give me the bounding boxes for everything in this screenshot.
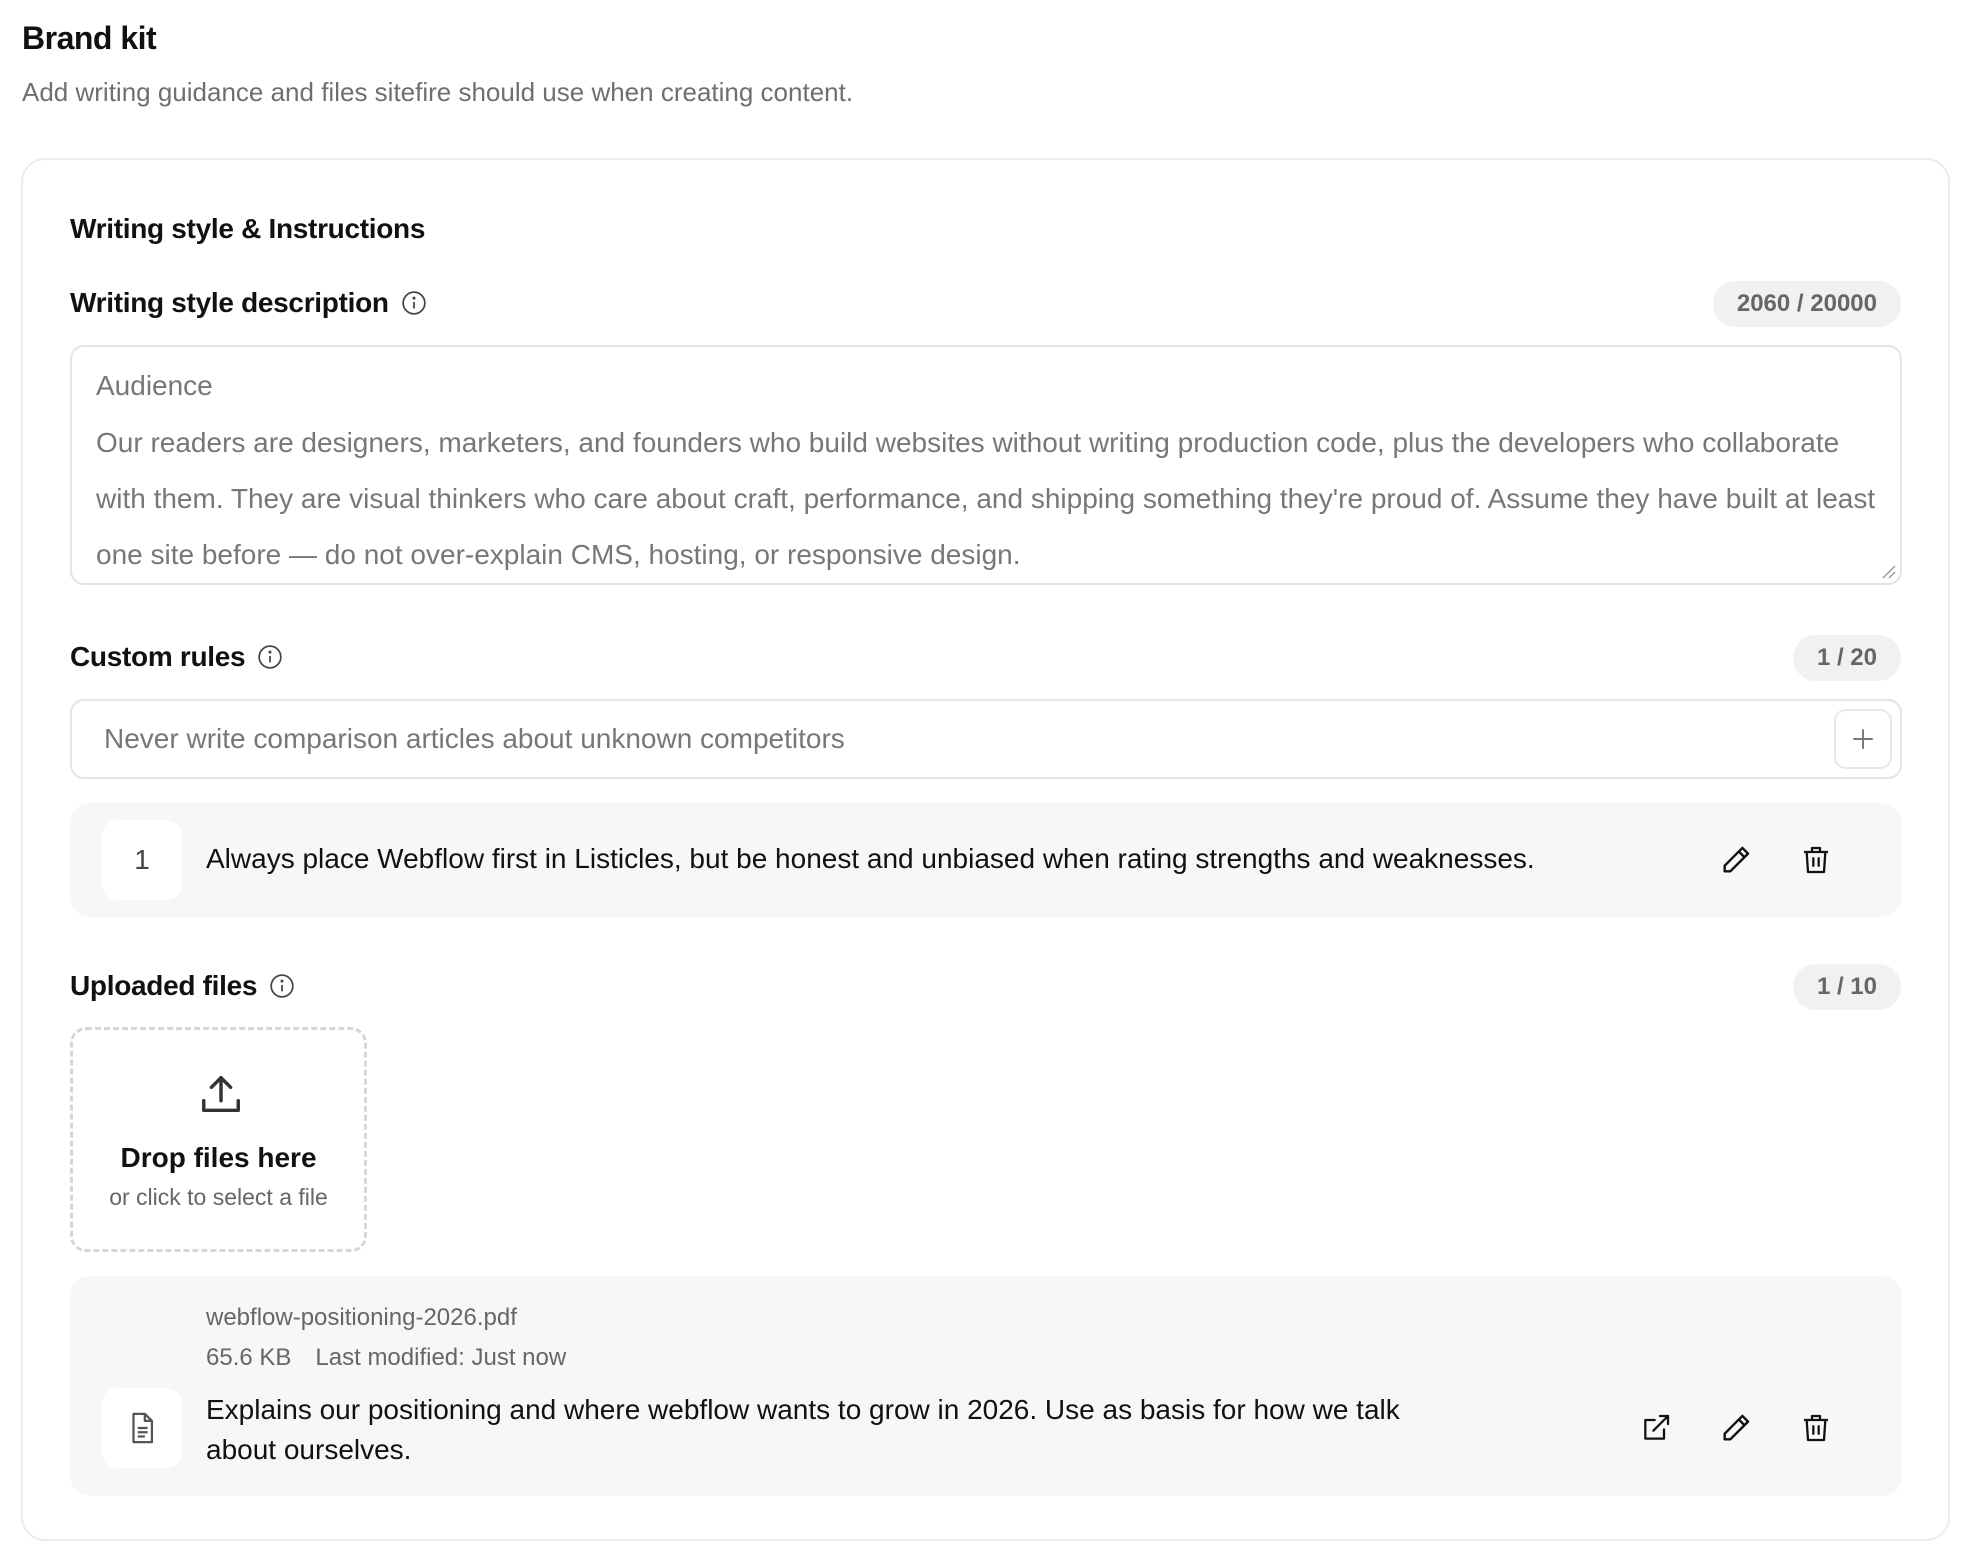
trash-icon bbox=[1804, 1414, 1828, 1442]
writing-style-label: Writing style description bbox=[70, 287, 389, 318]
custom-rule-placeholder: Never write comparison articles about un… bbox=[104, 723, 845, 754]
custom-rules-counter: 1 / 20 bbox=[1792, 635, 1901, 681]
delete-file-button[interactable] bbox=[1792, 1404, 1840, 1452]
file-description: Explains our positioning and where webfl… bbox=[206, 1394, 1400, 1465]
textarea-line: one site before — do not over-explain CM… bbox=[96, 539, 1021, 570]
rule-number: 1 bbox=[102, 820, 182, 900]
delete-rule-button[interactable] bbox=[1792, 836, 1840, 884]
upload-icon bbox=[202, 1076, 240, 1113]
uploaded-files-label-group: Uploaded files bbox=[70, 970, 295, 1002]
pencil-icon bbox=[1723, 1414, 1750, 1441]
edit-file-button[interactable] bbox=[1712, 1404, 1760, 1452]
dropzone-subtitle: or click to select a file bbox=[109, 1184, 328, 1210]
trash-icon bbox=[1804, 846, 1828, 874]
uploaded-files-counter: 1 / 10 bbox=[1792, 964, 1901, 1010]
page-subtitle: Add writing guidance and files sitefire … bbox=[22, 77, 854, 107]
page-title: Brand kit bbox=[22, 20, 157, 56]
file-name: webflow-positioning-2026.pdf bbox=[206, 1304, 517, 1331]
rule-list-item: 1 Always place Webflow first in Listicle… bbox=[70, 803, 1902, 917]
textarea-line: with them. They are visual thinkers who … bbox=[96, 483, 1876, 514]
file-type-icon-box bbox=[102, 1388, 182, 1468]
plus-icon bbox=[1853, 729, 1873, 749]
writing-style-textarea[interactable]: Audience Our readers are designers, mark… bbox=[70, 345, 1902, 585]
info-icon[interactable] bbox=[269, 973, 295, 999]
open-file-button[interactable] bbox=[1632, 1404, 1680, 1452]
textarea-line: Our readers are designers, marketers, an… bbox=[96, 427, 1840, 458]
section-title: Writing style & Instructions bbox=[70, 213, 426, 244]
rule-text: Always place Webflow first in Listicles,… bbox=[206, 843, 1535, 874]
file-meta: 65.6 KB Last modified: Just now bbox=[206, 1344, 566, 1372]
dropzone-title: Drop files here bbox=[120, 1142, 317, 1173]
textarea-line: Audience bbox=[96, 370, 213, 401]
custom-rules-label: Custom rules bbox=[70, 641, 246, 672]
info-icon[interactable] bbox=[401, 290, 427, 316]
file-modified: Last modified: Just now bbox=[315, 1344, 567, 1371]
resize-handle-icon[interactable] bbox=[1880, 563, 1896, 579]
add-rule-button[interactable] bbox=[1834, 709, 1892, 769]
edit-rule-button[interactable] bbox=[1712, 836, 1760, 884]
uploaded-files-label: Uploaded files bbox=[70, 970, 258, 1001]
file-list-item: webflow-positioning-2026.pdf 65.6 KB Las… bbox=[70, 1276, 1902, 1496]
writing-style-label-group: Writing style description bbox=[70, 287, 427, 319]
file-dropzone[interactable]: Drop files here or click to select a fil… bbox=[70, 1027, 367, 1252]
external-link-icon bbox=[1644, 1414, 1670, 1440]
pencil-icon bbox=[1723, 846, 1750, 873]
info-icon[interactable] bbox=[257, 644, 283, 670]
file-size: 65.6 KB bbox=[206, 1344, 292, 1371]
custom-rule-input[interactable]: Never write comparison articles about un… bbox=[70, 699, 1902, 779]
custom-rules-label-group: Custom rules bbox=[70, 641, 283, 673]
writing-style-counter: 2060 / 20000 bbox=[1712, 281, 1901, 327]
document-icon bbox=[132, 1412, 154, 1444]
